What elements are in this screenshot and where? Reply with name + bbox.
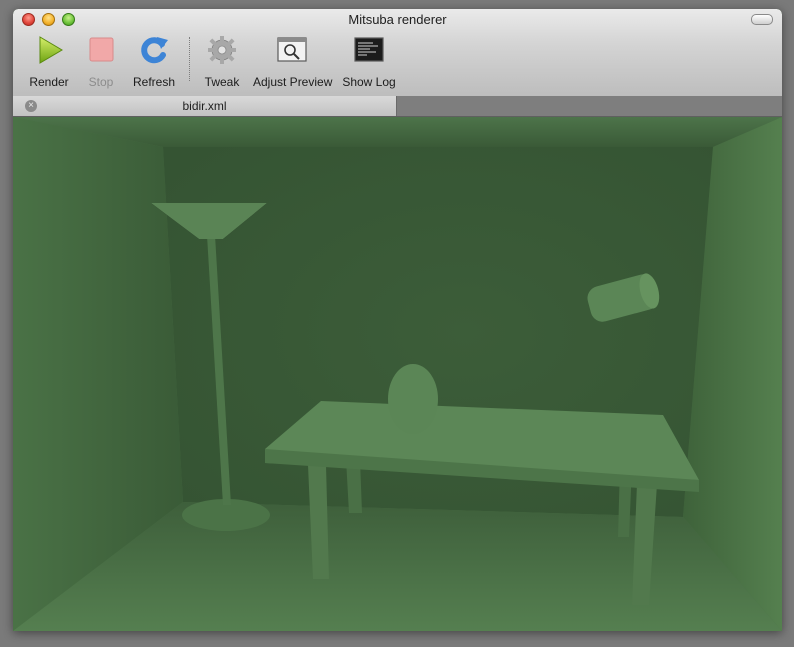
rendered-scene-image [13,117,782,631]
app-window: Mitsuba renderer Render Stop Refresh Twe… [13,9,782,631]
stop-icon [85,35,117,65]
play-icon [33,35,65,65]
adjust-preview-button[interactable]: Adjust Preview [253,35,333,89]
toolbar-toggle-button[interactable] [751,14,773,25]
stop-label: Stop [88,75,114,89]
show-log-label: Show Log [342,75,396,89]
tweak-label: Tweak [204,75,240,89]
stop-button[interactable]: Stop [81,35,121,89]
adjust-preview-label: Adjust Preview [253,75,333,89]
refresh-button[interactable]: Refresh [132,35,176,89]
show-log-button[interactable]: Show Log [342,35,396,89]
tab-label: bidir.xml [182,99,227,113]
title-toolbar: Mitsuba renderer Render Stop Refresh Twe… [13,9,782,97]
render-label: Render [29,75,69,89]
window-title: Mitsuba renderer [348,12,447,27]
refresh-label: Refresh [132,75,176,89]
gear-icon [206,35,238,65]
tab-bidir-xml[interactable]: × bidir.xml [13,96,397,116]
refresh-icon [138,35,170,65]
render-button[interactable]: Render [29,35,69,89]
magnifier-window-icon [276,35,308,65]
tweak-button[interactable]: Tweak [201,35,243,89]
toolbar-separator [189,37,190,81]
terminal-icon [353,35,385,65]
tab-bar: × bidir.xml [13,96,782,117]
render-preview-canvas[interactable] [13,117,782,631]
